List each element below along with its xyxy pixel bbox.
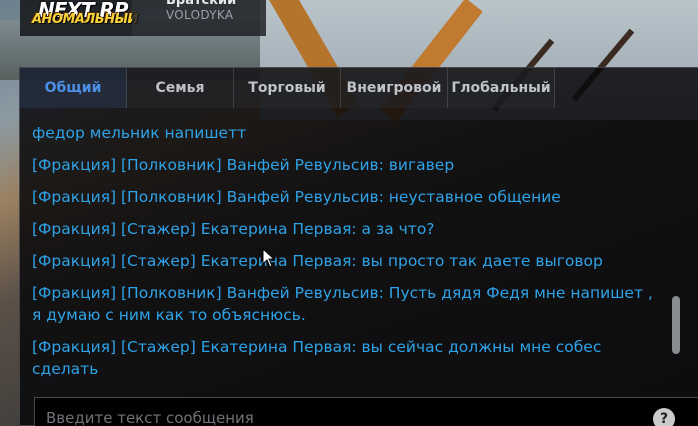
tab-global[interactable]: Глобальный — [448, 68, 555, 108]
server-logo: NEXT RP АНОМАЛЬНЫЙ — [30, 0, 138, 34]
chat-scrollbar[interactable] — [672, 296, 680, 354]
chat-messages: федор мельник напишетт [Фракция] [Полков… — [32, 122, 662, 390]
server-name: Братский — [166, 0, 237, 8]
tab-family[interactable]: Семья — [127, 68, 234, 108]
question-icon[interactable]: ? — [653, 408, 675, 426]
server-info-panel: Братский VOLODYKA — [132, 0, 266, 36]
chat-message: федор мельник напишетт — [32, 124, 247, 142]
chat-input-row: ? — [34, 397, 698, 426]
player-nickname: VOLODYKA — [166, 8, 234, 22]
tab-general[interactable]: Общий — [20, 68, 127, 108]
tab-trade[interactable]: Торговый — [234, 68, 341, 108]
chat-message-input[interactable] — [35, 398, 645, 426]
tab-ooc[interactable]: Внеигровой — [341, 68, 448, 108]
logo-subtitle: АНОМАЛЬНЫЙ — [32, 12, 138, 27]
chat-message: [Фракция] [Стажер] Екатерина Первая: вы … — [32, 252, 603, 270]
chat-message: [Фракция] [Стажер] Екатерина Первая: а з… — [32, 220, 435, 238]
chat-message: [Фракция] [Полковник] Ванфей Ревульсив: … — [32, 156, 455, 174]
chat-message: [Фракция] [Полковник] Ванфей Ревульсив: … — [32, 284, 653, 324]
chat-window: Общий Семья Торговый Внеигровой Глобальн… — [19, 67, 698, 426]
chat-message: [Фракция] [Полковник] Ванфей Ревульсив: … — [32, 188, 561, 206]
chat-tabs: Общий Семья Торговый Внеигровой Глобальн… — [20, 68, 555, 108]
chat-message: [Фракция] [Стажер] Екатерина Первая: вы … — [32, 338, 602, 378]
